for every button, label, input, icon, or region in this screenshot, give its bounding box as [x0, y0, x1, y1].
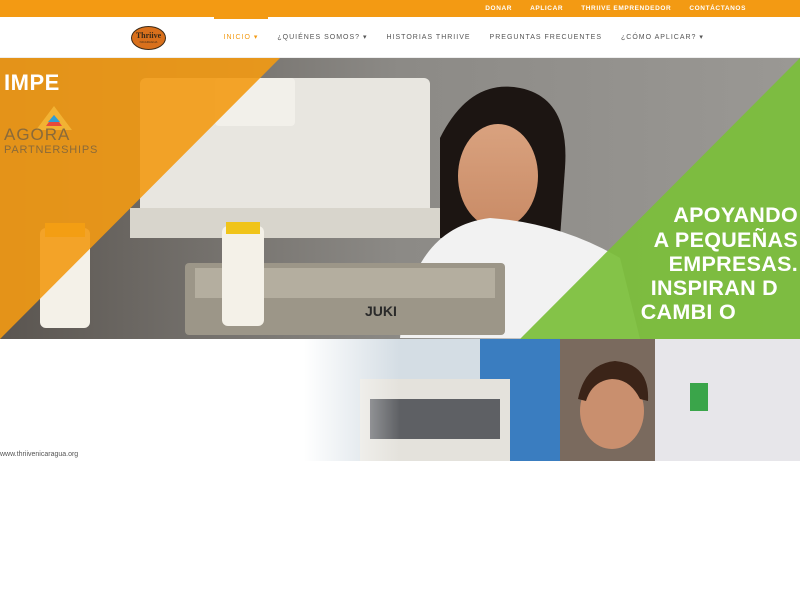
- nav-item-preguntas[interactable]: PREGUNTAS FRECUENTES: [480, 17, 611, 58]
- agora-word-partnerships: PARTNERSHIPS: [4, 144, 99, 156]
- agora-word: AGORA: [4, 125, 71, 144]
- slogan-line-3: EMPRESAS.: [668, 252, 798, 276]
- donate-link[interactable]: DONAR: [476, 0, 521, 17]
- embroidery-photo: [0, 339, 800, 461]
- logo-text: Thriive: [135, 31, 162, 40]
- apply-link[interactable]: APLICAR: [521, 0, 572, 17]
- hero-slider: JUKI IMPE AGORA PARTNERSHIPS APOYANDO A …: [0, 58, 800, 339]
- nav-item-quienes-somos[interactable]: ¿QUIÉNES SOMOS? ▾: [268, 17, 377, 58]
- nav-item-inicio[interactable]: INICIO ▾: [214, 17, 268, 58]
- main-navbar: Thriive NICARAGUA INICIO ▾ ¿QUIÉNES SOMO…: [0, 17, 800, 58]
- slogan-line-2: A PEQUEÑAS: [653, 228, 798, 252]
- top-utility-bar: DONAR APLICAR THRIIVE EMPRENDEDOR CONTÁC…: [0, 0, 800, 17]
- juki-brand-label: JUKI: [365, 303, 397, 319]
- secondary-photo-strip: [0, 339, 800, 461]
- hero-heading-impe: IMPE: [4, 70, 60, 95]
- slogan-line-1: APOYANDO: [673, 203, 798, 227]
- thriive-logo[interactable]: Thriive NICARAGUA: [131, 26, 166, 50]
- slogan-line-4: INSPIRAN D: [650, 276, 778, 300]
- top-utility-links: DONAR APLICAR THRIIVE EMPRENDEDOR CONTÁC…: [476, 0, 755, 17]
- logo-subtext: NICARAGUA: [139, 40, 158, 44]
- contact-link[interactable]: CONTÁCTANOS: [680, 0, 755, 17]
- site-url: www.thriivenicaragua.org: [0, 451, 79, 458]
- entrepreneur-link[interactable]: THRIIVE EMPRENDEDOR: [572, 0, 680, 17]
- nav-item-historias[interactable]: HISTORIAS THRIIVE: [377, 17, 480, 58]
- main-nav: INICIO ▾ ¿QUIÉNES SOMOS? ▾ HISTORIAS THR…: [214, 17, 713, 58]
- slogan-line-5: CAMBI O: [640, 300, 736, 324]
- nav-item-como-aplicar[interactable]: ¿CÓMO APLICAR? ▾: [611, 17, 713, 58]
